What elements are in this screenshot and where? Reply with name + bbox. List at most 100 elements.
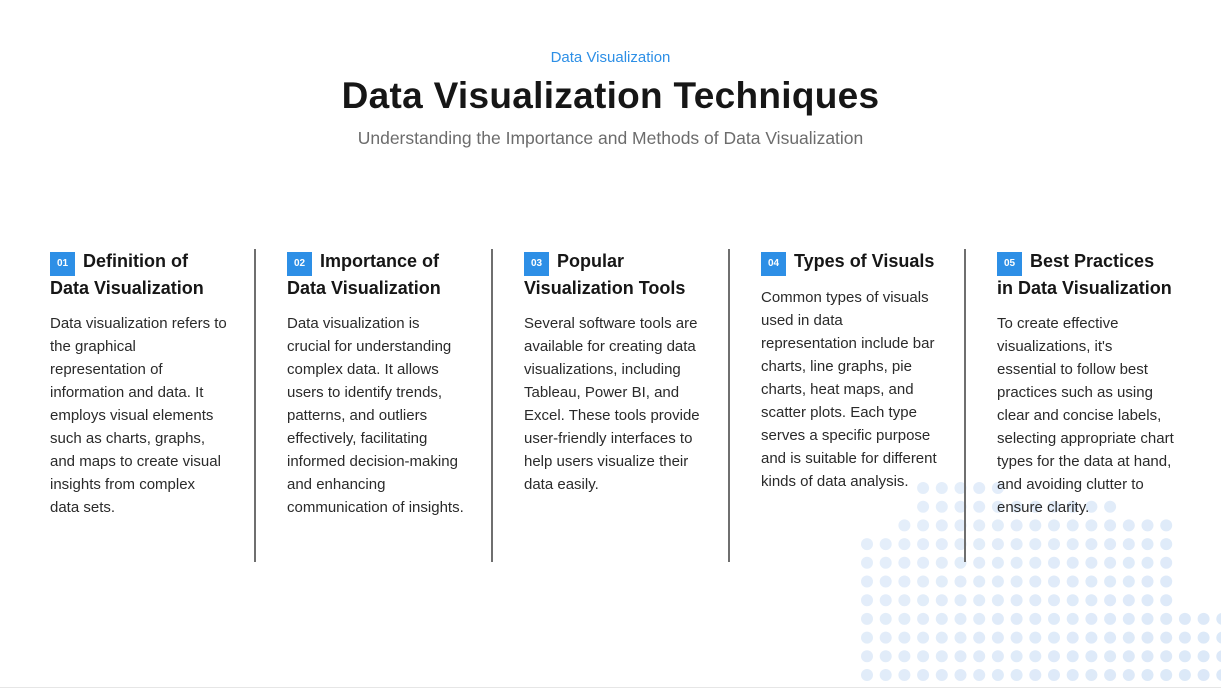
decor-dot xyxy=(1104,650,1117,663)
column-title: Best Practices in Data Visualization xyxy=(997,251,1172,298)
decor-dot xyxy=(1160,538,1173,551)
decor-dot xyxy=(917,538,930,551)
column-heading: 05 Best Practices in Data Visualization xyxy=(997,249,1175,302)
column-types: 04 Types of Visuals Common types of visua… xyxy=(761,249,939,493)
decor-dot xyxy=(861,669,873,681)
decor-dot xyxy=(1085,538,1098,551)
decor-dot xyxy=(1122,594,1135,607)
decor-dot xyxy=(1085,575,1098,588)
decor-dot xyxy=(898,650,911,663)
decor-dot xyxy=(1048,594,1060,607)
column-divider xyxy=(491,249,493,562)
column-best-practices: 05 Best Practices in Data Visualization T… xyxy=(997,249,1175,519)
decor-dot xyxy=(1178,612,1191,625)
decor-dot xyxy=(1122,556,1135,569)
decor-dot xyxy=(935,500,948,513)
decor-dot xyxy=(1141,650,1154,663)
number-badge: 01 xyxy=(50,252,75,276)
column-body: Several software tools are available for… xyxy=(524,314,700,493)
decor-dot xyxy=(1010,650,1023,663)
decor-dot xyxy=(917,500,930,513)
column-divider xyxy=(728,249,730,562)
column-body: Data visualization refers to the graphic… xyxy=(50,314,227,516)
decor-dot xyxy=(1197,669,1210,681)
decor-dot xyxy=(973,500,986,513)
decor-dot xyxy=(1048,556,1060,569)
decor-dot xyxy=(1029,669,1042,681)
decor-dot xyxy=(898,556,911,569)
decor-dot xyxy=(991,575,1004,588)
decor-dot xyxy=(1216,650,1221,663)
decor-dot xyxy=(898,612,911,625)
decor-dot xyxy=(879,650,892,663)
column-divider xyxy=(964,249,966,562)
decor-dot xyxy=(1160,575,1173,588)
decor-dot xyxy=(1141,669,1154,681)
decor-dot xyxy=(973,669,986,681)
decor-dot xyxy=(1104,519,1117,532)
decor-dot xyxy=(1085,556,1098,569)
decor-dot xyxy=(898,538,911,551)
decor-dot xyxy=(973,556,986,569)
decor-dot xyxy=(917,594,930,607)
decor-dot xyxy=(1029,612,1042,625)
decor-dot xyxy=(991,519,1004,532)
decor-dot xyxy=(917,669,930,681)
decor-dot xyxy=(991,669,1004,681)
decor-dot xyxy=(1066,575,1079,588)
decor-dot xyxy=(991,612,1004,625)
decor-dot xyxy=(1141,631,1154,644)
decor-dot xyxy=(1048,612,1060,625)
decor-dot xyxy=(1085,669,1098,681)
decor-dot xyxy=(1122,631,1135,644)
decor-dot xyxy=(1216,613,1221,625)
decor-dot xyxy=(991,538,1004,551)
decor-dot xyxy=(1141,575,1154,588)
decor-dot xyxy=(1141,612,1154,625)
decor-dot xyxy=(898,575,911,588)
decor-dot xyxy=(861,538,873,551)
decor-dot xyxy=(1104,575,1117,588)
decor-dot xyxy=(973,519,986,532)
decor-dot xyxy=(898,631,911,644)
decor-dot xyxy=(1104,612,1117,625)
decor-dot xyxy=(1085,650,1098,663)
decor-dot xyxy=(879,556,892,569)
kicker-label: Data Visualization xyxy=(550,49,671,66)
decor-dot xyxy=(1066,669,1079,681)
decor-dot xyxy=(1029,631,1042,644)
decor-dot xyxy=(1010,519,1023,532)
decor-dot xyxy=(917,631,930,644)
column-heading: 03 Popular Visualization Tools xyxy=(524,249,702,302)
column-heading: 02 Importance of Data Visualization xyxy=(287,249,465,302)
decor-dot xyxy=(917,650,930,663)
decor-dot xyxy=(1122,575,1135,588)
decor-dot xyxy=(1029,538,1042,551)
decor-dot xyxy=(954,612,967,625)
decor-dot xyxy=(1010,612,1023,625)
decor-dot xyxy=(1029,650,1042,663)
decor-dot xyxy=(1104,669,1117,681)
column-title: Types of Visuals xyxy=(794,251,935,271)
decor-dot xyxy=(861,631,873,644)
decor-dot xyxy=(1085,612,1098,625)
decor-dot xyxy=(1141,556,1154,569)
decor-dot xyxy=(917,519,930,532)
decor-dot xyxy=(1160,669,1173,681)
decor-dot xyxy=(1066,612,1079,625)
decor-dot xyxy=(1029,594,1042,607)
decor-dot xyxy=(991,594,1004,607)
decor-dot xyxy=(1066,519,1079,532)
decor-dot xyxy=(861,594,873,607)
decor-dot xyxy=(1066,631,1079,644)
decor-dot xyxy=(879,631,892,644)
decor-dot xyxy=(898,519,911,532)
decor-dot xyxy=(898,594,911,607)
decor-dot xyxy=(1010,594,1023,607)
decor-dot xyxy=(1122,612,1135,625)
decor-dot xyxy=(973,482,986,494)
decor-dot xyxy=(1141,519,1154,532)
decor-dot xyxy=(879,612,892,625)
decor-dot xyxy=(1104,556,1117,569)
decor-dot xyxy=(1197,650,1210,663)
